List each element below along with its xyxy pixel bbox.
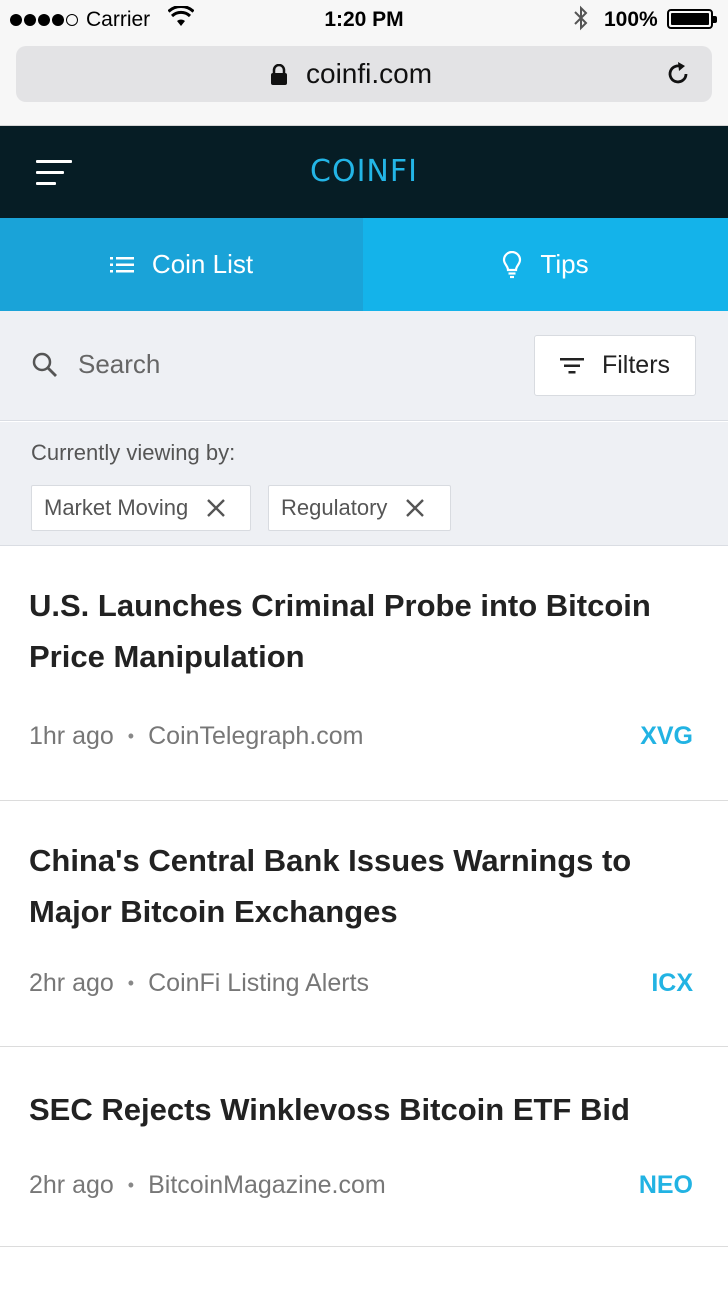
news-source[interactable]: BitcoinMagazine.com <box>148 1171 386 1200</box>
tab-coin-list[interactable]: Coin List <box>0 218 363 311</box>
active-filters-label: Currently viewing by: <box>31 440 236 465</box>
active-filters: Currently viewing by: Market Moving Regu… <box>0 422 728 546</box>
news-item[interactable]: SEC Rejects Winklevoss Bitcoin ETF Bid 2… <box>0 1047 728 1247</box>
battery-icon <box>667 9 717 29</box>
news-title[interactable]: China's Central Bank Issues Warnings to … <box>29 835 699 937</box>
news-item[interactable]: U.S. Launches Criminal Probe into Bitcoi… <box>0 546 728 801</box>
filter-chip-label: Regulatory <box>281 495 388 520</box>
news-time: 2hr ago <box>29 1171 114 1199</box>
filters-button[interactable]: Filters <box>534 335 696 396</box>
news-time: 2hr ago <box>29 969 114 997</box>
tab-coin-list-label: Coin List <box>151 249 254 279</box>
coin-tag[interactable]: NEO <box>639 1171 693 1200</box>
filter-chip-regulatory: Regulatory <box>268 485 451 531</box>
news-title[interactable]: U.S. Launches Criminal Probe into Bitcoi… <box>29 580 699 682</box>
coinfi-logo: COINFI <box>310 154 418 189</box>
browser-chrome: coinfi.com <box>0 40 728 126</box>
tab-bar: Coin List Tips <box>0 218 728 311</box>
url-text: coinfi.com <box>306 58 433 89</box>
news-time: 1hr ago <box>29 722 114 750</box>
separator-dot: • <box>127 1175 135 1195</box>
close-icon[interactable] <box>405 498 425 518</box>
search-icon <box>32 352 57 377</box>
news-meta: 2hr ago • CoinFi Listing Alerts <box>29 969 369 998</box>
search-bar: Search Filters <box>0 311 728 421</box>
lightbulb-icon <box>502 250 522 279</box>
app-header: COINFI <box>0 126 728 218</box>
battery-percent: 100% <box>604 8 658 31</box>
filters-label: Filters <box>601 351 671 379</box>
address-bar[interactable]: coinfi.com <box>16 46 712 102</box>
separator-dot: • <box>127 726 135 746</box>
news-source[interactable]: CoinTelegraph.com <box>148 722 363 751</box>
bluetooth-icon <box>574 5 588 31</box>
reload-icon[interactable] <box>664 60 692 88</box>
coin-tag[interactable]: ICX <box>651 969 693 998</box>
news-source[interactable]: CoinFi Listing Alerts <box>148 969 369 998</box>
filter-chip-label: Market Moving <box>44 495 189 520</box>
filter-chip-market-moving: Market Moving <box>31 485 251 531</box>
close-icon[interactable] <box>206 498 226 518</box>
search-input[interactable]: Search <box>78 349 160 380</box>
news-meta: 1hr ago • CoinTelegraph.com <box>29 722 364 751</box>
tab-tips-label: Tips <box>540 249 589 279</box>
tab-tips[interactable]: Tips <box>363 218 728 311</box>
news-title[interactable]: SEC Rejects Winklevoss Bitcoin ETF Bid <box>29 1084 699 1135</box>
news-item[interactable]: China's Central Bank Issues Warnings to … <box>0 801 728 1047</box>
list-icon <box>109 256 134 274</box>
status-bar: Carrier 1:20 PM 100% <box>0 0 728 40</box>
separator-dot: • <box>127 973 135 993</box>
news-meta: 2hr ago • BitcoinMagazine.com <box>29 1171 386 1200</box>
lock-icon <box>271 64 287 85</box>
coin-tag[interactable]: XVG <box>640 722 693 751</box>
filter-icon <box>559 357 584 375</box>
